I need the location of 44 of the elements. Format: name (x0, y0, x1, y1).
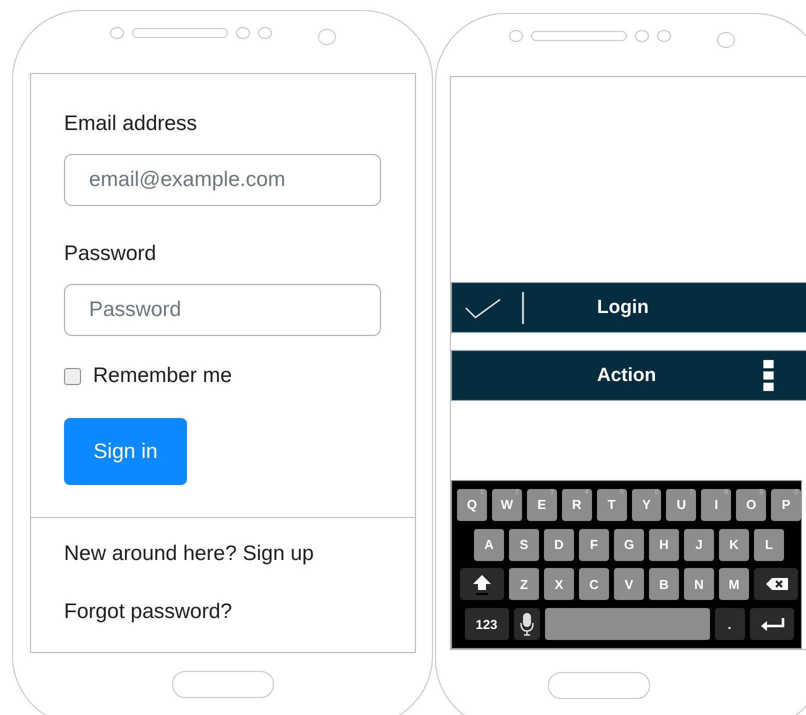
key[interactable]: S (509, 528, 539, 561)
key[interactable]: L (754, 528, 784, 561)
key[interactable]: H (649, 528, 679, 561)
sensor-icon (657, 30, 671, 42)
key[interactable]: . (714, 608, 744, 640)
key[interactable]: B (649, 568, 679, 600)
key[interactable]: V (614, 568, 644, 600)
speaker-icon (531, 31, 627, 41)
key[interactable]: N (684, 568, 714, 600)
bar-title: Action (597, 364, 656, 386)
sensor-icon (635, 30, 649, 42)
sensor-icon (509, 30, 523, 42)
email-field[interactable]: email@example.com (64, 154, 381, 206)
bar-title: Login (597, 296, 649, 318)
key[interactable]: Z (509, 568, 539, 600)
key[interactable]: J (684, 528, 714, 561)
camera-icon (318, 29, 336, 45)
key[interactable]: X (544, 568, 574, 600)
link[interactable]: Forgot password? (64, 600, 415, 624)
key[interactable]: D (544, 528, 574, 561)
key[interactable]: G (614, 528, 644, 561)
speaker-icon (132, 28, 228, 38)
enter-key[interactable] (750, 608, 794, 640)
checkbox-label: Remember me (93, 364, 232, 388)
password-field[interactable]: Password (64, 284, 381, 336)
shift-key[interactable] (460, 568, 504, 600)
link[interactable]: New around here? Sign up (64, 542, 415, 566)
key[interactable]: C (579, 568, 609, 600)
sign-in-button[interactable]: Sign in (64, 418, 187, 485)
field-label: Password (64, 242, 156, 266)
key[interactable]: A (474, 528, 504, 561)
key[interactable]: 123 (464, 608, 508, 640)
backspace-key[interactable] (754, 568, 798, 600)
sensor-icon (110, 27, 124, 39)
more-icon[interactable] (763, 360, 774, 391)
sensor-icon (258, 27, 272, 39)
key[interactable]: F (579, 528, 609, 561)
microphone-key[interactable] (514, 608, 540, 640)
checkbox[interactable] (64, 368, 81, 384)
key[interactable]: K (719, 528, 749, 561)
field-label: Email address (64, 112, 198, 136)
key[interactable]: M (719, 568, 749, 600)
camera-icon (717, 32, 735, 48)
sensor-icon (236, 27, 250, 39)
